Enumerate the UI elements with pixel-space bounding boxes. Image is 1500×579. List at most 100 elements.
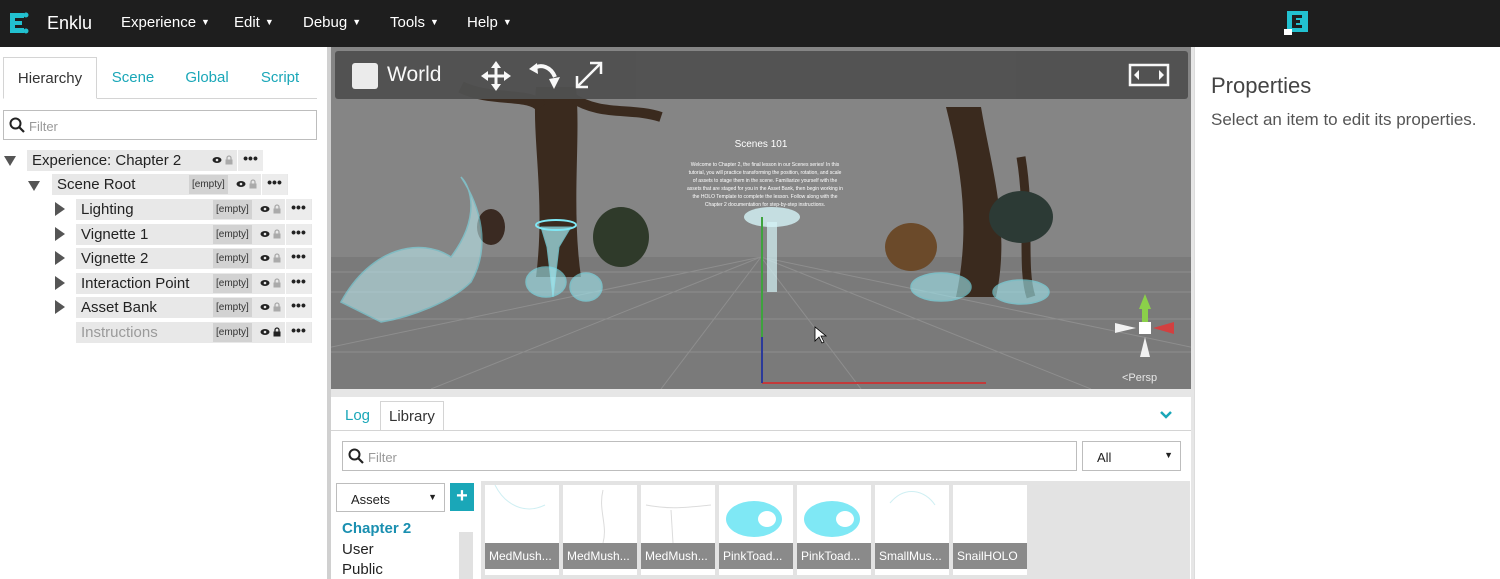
visibility-eye-icon[interactable] (260, 229, 270, 239)
visibility-eye-icon[interactable] (260, 327, 270, 337)
more-options-button[interactable]: ••• (237, 150, 263, 171)
menu-debug[interactable]: Debug ▼ (303, 14, 361, 31)
tab-library[interactable]: Library (380, 401, 444, 431)
more-options-button[interactable]: ••• (285, 224, 311, 245)
expand-lighting-icon[interactable] (55, 202, 65, 216)
hierarchy-node-vignette-1[interactable]: Vignette 1 [empty] ••• (76, 224, 312, 245)
rotate-tool-icon[interactable] (527, 59, 561, 93)
more-options-button[interactable]: ••• (285, 199, 311, 220)
menu-tools[interactable]: Tools ▼ (390, 14, 439, 31)
lock-icon[interactable] (272, 204, 282, 214)
hierarchy-node-asset-bank[interactable]: Asset Bank [empty] ••• (76, 297, 312, 318)
hierarchy-node-lighting[interactable]: Lighting [empty] ••• (76, 199, 312, 220)
perspective-toggle[interactable]: <Persp (1122, 372, 1157, 384)
empty-badge: [empty] (213, 298, 252, 317)
scene-title-text: Scenes 101 (734, 139, 788, 150)
hierarchy-node-interaction-point[interactable]: Interaction Point [empty] ••• (76, 273, 312, 294)
scale-tool-icon[interactable] (573, 59, 605, 91)
tab-global[interactable]: Global (175, 57, 239, 99)
asset-thumbnail (645, 504, 712, 543)
tab-log[interactable]: Log (345, 401, 370, 431)
user-avatar-icon[interactable] (1284, 9, 1310, 37)
asset-card[interactable]: PinkToad... (797, 485, 871, 575)
collapse-scene-root-icon[interactable] (28, 181, 40, 191)
enklu-logo-icon[interactable] (7, 10, 29, 36)
hierarchy-node-experience[interactable]: Experience: Chapter 2 ••• (27, 150, 263, 171)
move-tool-icon[interactable] (480, 60, 512, 92)
scene-instructions-text: Welcome to Chapter 2, the final lesson i… (687, 162, 843, 208)
expand-interaction-point-icon[interactable] (55, 276, 65, 290)
caret-down-icon: ▼ (1164, 450, 1173, 460)
library-filter-input[interactable]: Filter (342, 441, 1077, 471)
folder-chapter-2[interactable]: Chapter 2 (342, 520, 411, 537)
lock-icon[interactable] (272, 278, 282, 288)
lock-icon[interactable] (224, 155, 234, 165)
caret-down-icon: ▼ (428, 492, 437, 502)
asset-name: MedMush... (641, 543, 715, 569)
asset-card[interactable]: MedMush... (485, 485, 559, 575)
visibility-eye-icon[interactable] (212, 155, 222, 165)
add-asset-button[interactable]: + (450, 483, 474, 511)
lock-icon[interactable] (272, 302, 282, 312)
scene-viewport[interactable]: World Scenes 101 Welcome to Chapter 2, t… (331, 47, 1191, 389)
empty-badge: [empty] (189, 175, 228, 194)
asset-name: MedMush... (485, 543, 559, 569)
visibility-eye-icon[interactable] (260, 278, 270, 288)
fullscreen-icon[interactable] (1128, 63, 1170, 87)
asset-name: SmallMus... (875, 543, 949, 569)
asset-thumbnail (494, 485, 546, 510)
library-type-select[interactable]: All ▼ (1082, 441, 1181, 471)
more-options-button[interactable]: ••• (285, 322, 311, 343)
world-space-label: World (387, 63, 442, 86)
hierarchy-panel: Hierarchy Scene Global Script Filter Exp… (0, 47, 327, 579)
hierarchy-node-scene-root[interactable]: Scene Root [empty] ••• (52, 174, 288, 195)
folder-public[interactable]: Public (342, 561, 383, 578)
more-options-button[interactable]: ••• (285, 248, 311, 269)
expand-vignette-1-icon[interactable] (55, 227, 65, 241)
asset-card[interactable]: MedMush... (563, 485, 637, 575)
tab-script[interactable]: Script (251, 57, 309, 99)
library-category-select[interactable]: Assets ▼ (336, 483, 445, 512)
tab-underline (331, 430, 1191, 431)
tab-scene[interactable]: Scene (103, 57, 163, 99)
visibility-eye-icon[interactable] (236, 179, 246, 189)
hierarchy-filter-input[interactable]: Filter (3, 110, 317, 140)
folder-scrollbar[interactable] (459, 532, 473, 579)
left-tabs: Hierarchy Scene Global Script (3, 57, 317, 99)
world-space-checkbox[interactable] (352, 63, 378, 89)
more-options-button[interactable]: ••• (285, 297, 311, 318)
asset-card[interactable]: SmallMus... (875, 485, 949, 575)
properties-panel: Properties Select an item to edit its pr… (1194, 47, 1500, 579)
folder-user[interactable]: User (342, 541, 374, 558)
asset-thumbnail (726, 501, 782, 537)
visibility-eye-icon[interactable] (260, 204, 270, 214)
lock-icon[interactable] (272, 327, 282, 337)
menu-edit[interactable]: Edit ▼ (234, 14, 274, 31)
chevron-down-icon[interactable] (1159, 410, 1173, 420)
more-options-button[interactable]: ••• (261, 174, 287, 195)
visibility-eye-icon[interactable] (260, 253, 270, 263)
empty-badge: [empty] (213, 249, 252, 268)
asset-card[interactable]: MedMush... (641, 485, 715, 575)
asset-name: SnailHOLO (953, 543, 1027, 569)
collapse-experience-icon[interactable] (4, 156, 16, 166)
expand-asset-bank-icon[interactable] (55, 300, 65, 314)
menu-help[interactable]: Help ▼ (467, 14, 512, 31)
lock-icon[interactable] (248, 179, 258, 189)
more-options-button[interactable]: ••• (285, 273, 311, 294)
asset-name: PinkToad... (797, 543, 871, 569)
visibility-eye-icon[interactable] (260, 302, 270, 312)
library-panel: Log Library Filter All ▼ Assets ▼ + Chap… (331, 397, 1191, 579)
asset-card[interactable]: SnailHOLO (953, 485, 1027, 575)
lock-icon[interactable] (272, 253, 282, 263)
lock-icon[interactable] (272, 229, 282, 239)
menu-experience[interactable]: Experience ▼ (121, 14, 210, 31)
app-name: Enklu (47, 13, 93, 33)
properties-empty-message: Select an item to edit its properties. (1211, 110, 1477, 129)
tab-hierarchy[interactable]: Hierarchy (3, 57, 97, 99)
hierarchy-node-vignette-2[interactable]: Vignette 2 [empty] ••• (76, 248, 312, 269)
hierarchy-node-instructions[interactable]: Instructions [empty] ••• (76, 322, 312, 343)
search-icon (348, 448, 364, 464)
expand-vignette-2-icon[interactable] (55, 251, 65, 265)
asset-card[interactable]: PinkToad... (719, 485, 793, 575)
